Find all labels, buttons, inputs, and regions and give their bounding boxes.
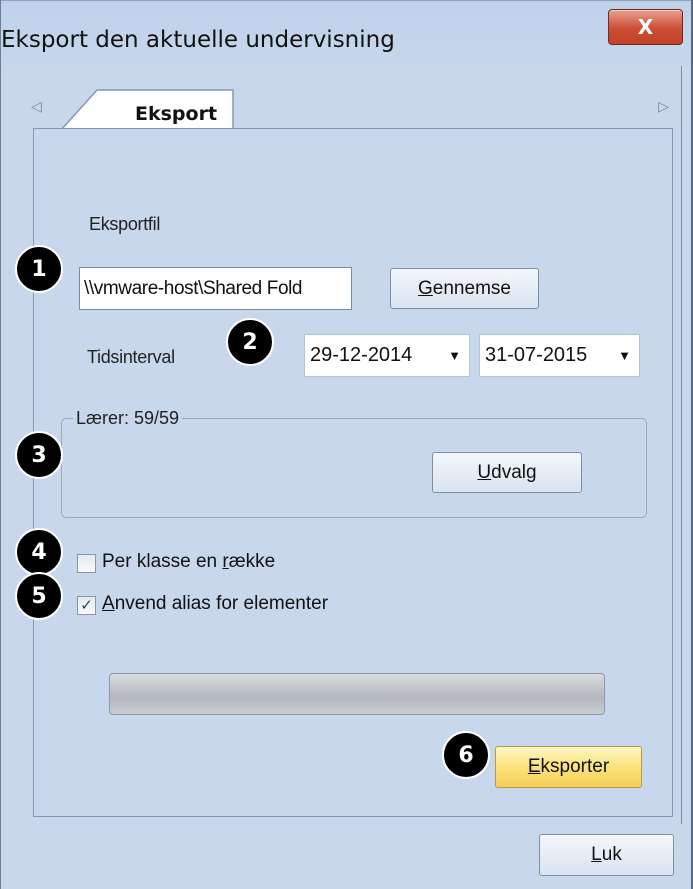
- date-to-picker[interactable]: 31-07-2015 ▼: [479, 334, 640, 377]
- export-progress-bar: [109, 673, 605, 715]
- use-alias-checkbox[interactable]: ✓: [77, 596, 96, 615]
- tab-eksport-label: Eksport: [135, 103, 218, 125]
- export-button-label: ksporter: [540, 756, 610, 777]
- export-button-accesskey: E: [527, 756, 541, 777]
- callout-badge-1: 1: [15, 245, 63, 293]
- export-button[interactable]: Eksporter: [495, 746, 642, 788]
- close-icon: X: [637, 15, 654, 39]
- export-dialog: Eksport den aktuelle undervisning X ◁ Ek…: [0, 0, 693, 889]
- time-interval-label: Tidsinterval: [87, 347, 175, 367]
- per-class-label[interactable]: Per klasse en række: [102, 551, 275, 573]
- per-class-checkbox[interactable]: [77, 554, 96, 573]
- browse-button-accesskey: G: [418, 277, 433, 299]
- tab-scroll-left-icon[interactable]: ◁: [31, 98, 42, 115]
- callout-badge-5: 5: [15, 572, 63, 620]
- chevron-down-icon: ▼: [618, 348, 631, 363]
- selection-button[interactable]: Udvalg: [432, 452, 582, 493]
- title-bar[interactable]: Eksport den aktuelle undervisning X: [1, 0, 691, 66]
- browse-button[interactable]: Gennemse: [390, 268, 539, 309]
- use-alias-label[interactable]: Anvend alias for elementer: [102, 593, 328, 615]
- callout-badge-3: 3: [15, 431, 63, 479]
- date-to-value: 31-07-2015: [485, 344, 588, 366]
- window-close-button[interactable]: X: [608, 9, 683, 45]
- tab-eksport[interactable]: Eksport: [61, 89, 235, 131]
- selection-button-accesskey: U: [477, 461, 492, 483]
- chevron-down-icon: ▼: [448, 348, 461, 363]
- window-title: Eksport den aktuelle undervisning: [1, 27, 395, 53]
- date-from-value: 29-12-2014: [310, 344, 413, 366]
- browse-button-label: ennemse: [432, 277, 511, 299]
- date-from-picker[interactable]: 29-12-2014 ▼: [304, 334, 470, 377]
- close-dialog-accesskey: L: [591, 844, 602, 865]
- tab-strip: ◁ Eksport ▷: [11, 83, 682, 131]
- callout-badge-4: 4: [15, 528, 63, 576]
- checkmark-icon: ✓: [80, 597, 93, 614]
- export-file-label: Eksportfil: [89, 214, 161, 234]
- selection-button-label: dvalg: [491, 461, 537, 483]
- callout-badge-6: 6: [442, 731, 490, 779]
- close-dialog-label: uk: [601, 844, 622, 865]
- close-dialog-button[interactable]: Luk: [539, 834, 674, 876]
- callout-badge-2: 2: [226, 318, 274, 366]
- export-file-input[interactable]: \\vmware-host\Shared Fold: [79, 267, 352, 310]
- tab-scroll-right-icon[interactable]: ▷: [658, 98, 669, 115]
- teacher-group-label: Lærer: 59/59: [73, 408, 183, 429]
